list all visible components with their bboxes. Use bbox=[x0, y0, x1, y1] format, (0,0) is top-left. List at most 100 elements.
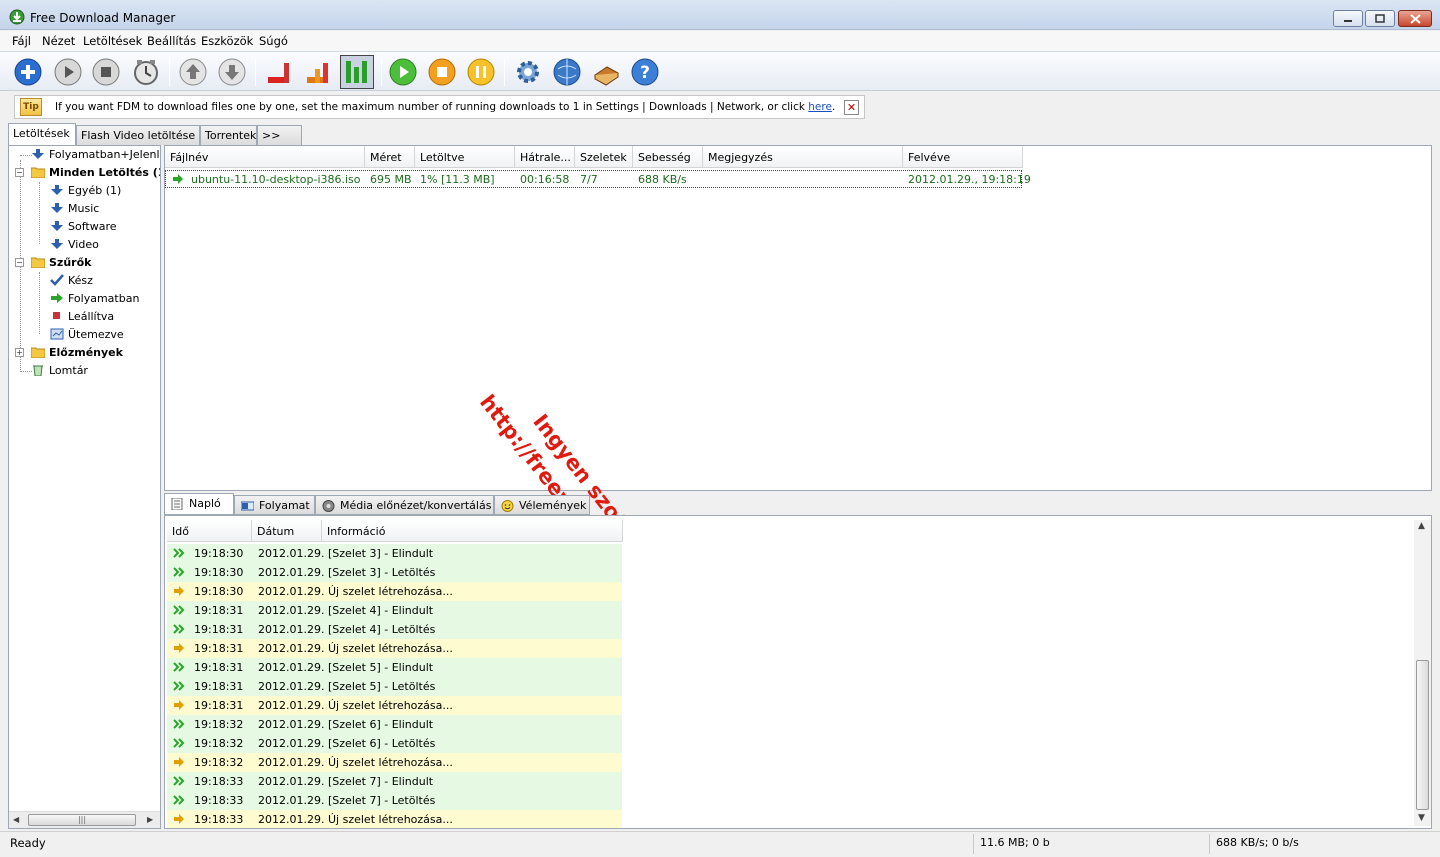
move-down-button[interactable] bbox=[215, 55, 249, 89]
schedule-button[interactable] bbox=[129, 55, 163, 89]
column-sections[interactable]: Szeletek bbox=[575, 146, 633, 168]
log-info: [Szelet 4] - Letöltés bbox=[328, 623, 436, 636]
expand-toggle[interactable]: + bbox=[15, 348, 24, 357]
log-time: 19:18:30 bbox=[194, 566, 244, 579]
stop-all-button[interactable] bbox=[425, 55, 459, 89]
column-size[interactable]: Méret bbox=[365, 146, 415, 168]
menu-file[interactable]: Fájl bbox=[12, 34, 31, 48]
column-speed[interactable]: Sebesség bbox=[633, 146, 703, 168]
log-row[interactable]: 19:18:33 2012.01.29. [Szelet 7] - Elindult bbox=[167, 772, 622, 791]
skins-button[interactable] bbox=[589, 55, 623, 89]
toolbar-separator bbox=[381, 58, 382, 86]
settings-gear-icon bbox=[517, 61, 539, 83]
log-time: 19:18:32 bbox=[194, 756, 244, 769]
tip-here-link[interactable]: here bbox=[808, 101, 832, 113]
app-logo-icon bbox=[9, 9, 25, 25]
move-up-button[interactable] bbox=[176, 55, 210, 89]
column-time[interactable]: Idő bbox=[167, 520, 252, 542]
log-info: [Szelet 5] - Elindult bbox=[328, 661, 434, 674]
log-date: 2012.01.29. bbox=[258, 585, 325, 598]
collapse-toggle[interactable]: − bbox=[15, 258, 24, 267]
stop-square-icon bbox=[53, 312, 60, 319]
folder-icon bbox=[31, 347, 45, 358]
log-row[interactable]: 19:18:31 2012.01.29. Új szelet létrehozása… bbox=[167, 639, 622, 658]
tip-close-button[interactable]: ✕ bbox=[844, 100, 859, 115]
log-row[interactable]: 19:18:30 2012.01.29. [Szelet 3] - Elindult bbox=[167, 544, 622, 563]
cell-size: 695 MB bbox=[370, 173, 412, 186]
log-row[interactable]: 19:18:32 2012.01.29. [Szelet 6] - Elindult bbox=[167, 715, 622, 734]
traffic-low-button[interactable] bbox=[262, 55, 296, 89]
sidebar-horizontal-scrollbar[interactable]: ◀ ||| ▶ bbox=[9, 811, 160, 828]
menu-tools[interactable]: Eszközök bbox=[201, 34, 253, 48]
log-row[interactable]: 19:18:31 2012.01.29. [Szelet 4] - Letöltés bbox=[167, 620, 622, 639]
download-arrow-icon bbox=[51, 221, 63, 231]
scroll-down-arrow-icon[interactable]: ▼ bbox=[1418, 813, 1425, 823]
log-row[interactable]: 19:18:33 2012.01.29. [Szelet 7] - Letöltés bbox=[167, 791, 622, 810]
traffic-high-icon bbox=[346, 61, 367, 83]
start-button[interactable] bbox=[51, 55, 85, 89]
log-time: 19:18:32 bbox=[194, 737, 244, 750]
column-added[interactable]: Felvéve bbox=[903, 146, 1023, 168]
tab-log[interactable]: Napló bbox=[164, 493, 234, 515]
download-arrow-icon bbox=[51, 239, 63, 249]
scrollbar-thumb[interactable] bbox=[1416, 660, 1429, 810]
menu-help[interactable]: Súgó bbox=[259, 34, 288, 48]
tab-media-preview[interactable]: Média előnézet/konvertálás bbox=[315, 495, 494, 515]
help-button[interactable]: ? bbox=[628, 55, 662, 89]
log-row[interactable]: 19:18:33 2012.01.29. Új szelet létrehozása… bbox=[167, 810, 622, 828]
log-date: 2012.01.29. bbox=[258, 661, 325, 674]
status-speed: 688 KB/s; 0 b/s bbox=[1209, 834, 1432, 854]
stop-button[interactable] bbox=[89, 55, 123, 89]
add-download-button[interactable] bbox=[11, 55, 45, 89]
tab-more[interactable]: >> bbox=[257, 125, 302, 145]
menu-downloads[interactable]: Letöltések bbox=[83, 34, 142, 48]
log-row[interactable]: 19:18:32 2012.01.29. [Szelet 6] - Letöltés bbox=[167, 734, 622, 753]
close-icon bbox=[1409, 13, 1421, 24]
minimize-button[interactable] bbox=[1333, 10, 1363, 27]
scroll-up-arrow-icon[interactable]: ▲ bbox=[1418, 521, 1425, 531]
close-window-button[interactable] bbox=[1398, 10, 1432, 27]
downloading-arrow-icon bbox=[173, 174, 183, 184]
log-row[interactable]: 19:18:30 2012.01.29. Új szelet létrehozása… bbox=[167, 582, 622, 601]
toolbar: ? bbox=[0, 51, 1440, 91]
settings-button[interactable] bbox=[511, 55, 545, 89]
green-double-arrow-icon bbox=[173, 548, 185, 558]
traffic-medium-button[interactable] bbox=[301, 55, 335, 89]
log-time: 19:18:31 bbox=[194, 623, 244, 636]
traffic-high-button[interactable] bbox=[340, 55, 374, 89]
log-row[interactable]: 19:18:30 2012.01.29. [Szelet 3] - Letöltés bbox=[167, 563, 622, 582]
tab-progress[interactable]: Folyamat bbox=[234, 495, 315, 515]
table-row[interactable]: ubuntu-11.10-desktop-i386.iso 695 MB 1% … bbox=[165, 170, 1031, 188]
tab-torrents[interactable]: Torrentek bbox=[200, 125, 257, 145]
log-time: 19:18:30 bbox=[194, 547, 244, 560]
maximize-button[interactable] bbox=[1365, 10, 1395, 27]
tab-flash-video[interactable]: Flash Video letöltése bbox=[76, 125, 200, 145]
internet-button[interactable] bbox=[550, 55, 584, 89]
column-filename[interactable]: Fájlnév bbox=[165, 146, 365, 168]
tab-opinions[interactable]: Vélemények bbox=[494, 495, 590, 515]
log-info: [Szelet 3] - Elindult bbox=[328, 547, 434, 560]
column-remaining[interactable]: Hátrale... bbox=[515, 146, 575, 168]
log-row[interactable]: 19:18:32 2012.01.29. Új szelet létrehozása… bbox=[167, 753, 622, 772]
log-row[interactable]: 19:18:31 2012.01.29. [Szelet 5] - Letöltés bbox=[167, 677, 622, 696]
column-info[interactable]: Információ bbox=[322, 520, 623, 542]
log-vertical-scrollbar[interactable]: ▲ ▼ bbox=[1414, 520, 1431, 826]
tab-downloads[interactable]: Letöltések bbox=[8, 123, 76, 145]
scroll-right-arrow-icon[interactable]: ▶ bbox=[147, 815, 153, 824]
menu-settings[interactable]: Beállítás bbox=[147, 34, 196, 48]
column-downloaded[interactable]: Letöltve bbox=[415, 146, 515, 168]
scroll-left-arrow-icon[interactable]: ◀ bbox=[13, 815, 19, 824]
pause-all-button[interactable] bbox=[464, 55, 498, 89]
start-all-button[interactable] bbox=[386, 55, 420, 89]
log-row[interactable]: 19:18:31 2012.01.29. [Szelet 5] - Elindult bbox=[167, 658, 622, 677]
cell-downloaded: 1% [11.3 MB] bbox=[420, 173, 495, 186]
column-comment[interactable]: Megjegyzés bbox=[703, 146, 903, 168]
collapse-toggle[interactable]: − bbox=[15, 168, 24, 177]
menu-view[interactable]: Nézet bbox=[42, 34, 75, 48]
log-row[interactable]: 19:18:31 2012.01.29. Új szelet létrehozása… bbox=[167, 696, 622, 715]
log-row[interactable]: 19:18:31 2012.01.29. [Szelet 4] - Elindult bbox=[167, 601, 622, 620]
column-date[interactable]: Dátum bbox=[252, 520, 322, 542]
cell-remaining: 00:16:58 bbox=[520, 173, 570, 186]
scrollbar-thumb[interactable]: ||| bbox=[28, 814, 136, 826]
green-double-arrow-icon bbox=[173, 738, 185, 748]
